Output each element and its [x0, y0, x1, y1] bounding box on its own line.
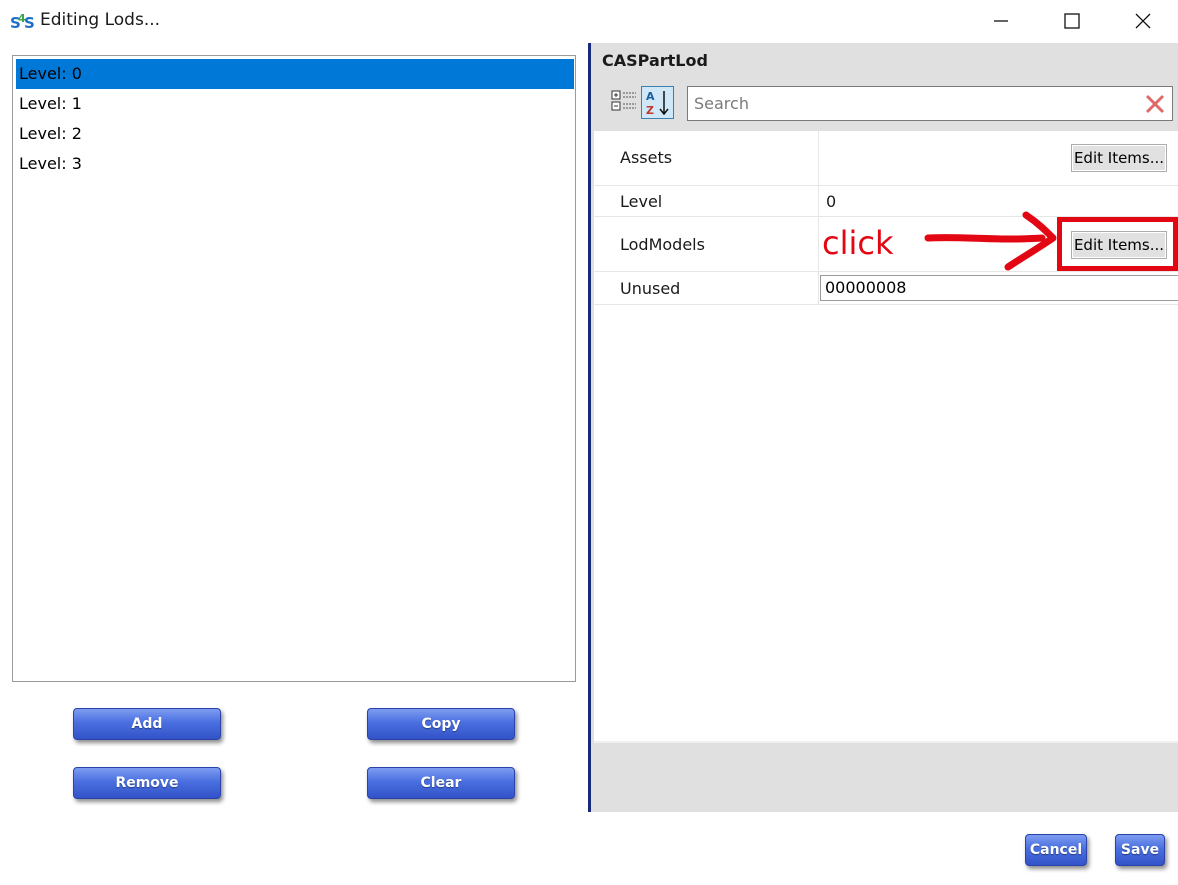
- search-placeholder: Search: [694, 94, 749, 113]
- property-name: Level: [620, 192, 663, 211]
- lod-listbox[interactable]: Level: 0 Level: 1 Level: 2 Level: 3: [12, 55, 576, 682]
- property-description-area: [594, 741, 1178, 812]
- property-value[interactable]: 0: [826, 192, 836, 211]
- sort-az-icon: A Z: [646, 90, 669, 117]
- alphabetical-sort-button[interactable]: A Z: [641, 86, 674, 119]
- property-name: LodModels: [620, 235, 705, 254]
- property-row-assets: Assets Edit Items...: [594, 131, 1178, 186]
- list-item-level-2[interactable]: Level: 2: [16, 119, 574, 149]
- svg-text:A: A: [646, 90, 655, 103]
- property-grid-header: CASPartLod: [602, 51, 708, 70]
- minimize-button[interactable]: [966, 0, 1036, 42]
- minimize-icon: [994, 20, 1008, 22]
- list-item-level-0[interactable]: Level: 0: [16, 59, 574, 89]
- highlight-box: [1057, 217, 1178, 271]
- clear-button[interactable]: Clear: [367, 767, 515, 799]
- close-icon: [1135, 13, 1151, 29]
- clear-search-icon[interactable]: [1144, 93, 1166, 115]
- property-name: Assets: [620, 148, 673, 167]
- cancel-button[interactable]: Cancel: [1025, 834, 1087, 866]
- svg-text:S: S: [24, 14, 35, 32]
- maximize-button[interactable]: [1037, 0, 1107, 42]
- click-annotation: click: [822, 224, 894, 262]
- unused-value-field[interactable]: 00000008: [820, 275, 1178, 301]
- remove-button[interactable]: Remove: [73, 767, 221, 799]
- categorized-view-button[interactable]: [610, 87, 638, 115]
- close-button[interactable]: [1108, 0, 1178, 42]
- save-button[interactable]: Save: [1115, 834, 1165, 866]
- title-bar: S 4 S Editing Lods...: [0, 0, 1178, 42]
- property-row-level: Level 0: [594, 186, 1178, 217]
- list-item-level-3[interactable]: Level: 3: [16, 149, 574, 179]
- property-row-unused: Unused 00000008: [594, 272, 1178, 305]
- search-input[interactable]: Search: [687, 86, 1173, 121]
- copy-button[interactable]: Copy: [367, 708, 515, 740]
- maximize-icon: [1064, 13, 1080, 29]
- property-grid: CASPartLod A Z Search Assets Edit Items.…: [588, 43, 1178, 812]
- add-button[interactable]: Add: [73, 708, 221, 740]
- property-name: Unused: [620, 279, 681, 298]
- list-item-level-1[interactable]: Level: 1: [16, 89, 574, 119]
- svg-text:Z: Z: [646, 104, 654, 117]
- window-title: Editing Lods...: [40, 10, 161, 30]
- s4s-app-icon: S 4 S: [10, 12, 35, 32]
- categorized-icon: [611, 90, 636, 111]
- arrow-annotation-icon: [924, 211, 1057, 271]
- assets-edit-items-button[interactable]: Edit Items...: [1071, 144, 1167, 172]
